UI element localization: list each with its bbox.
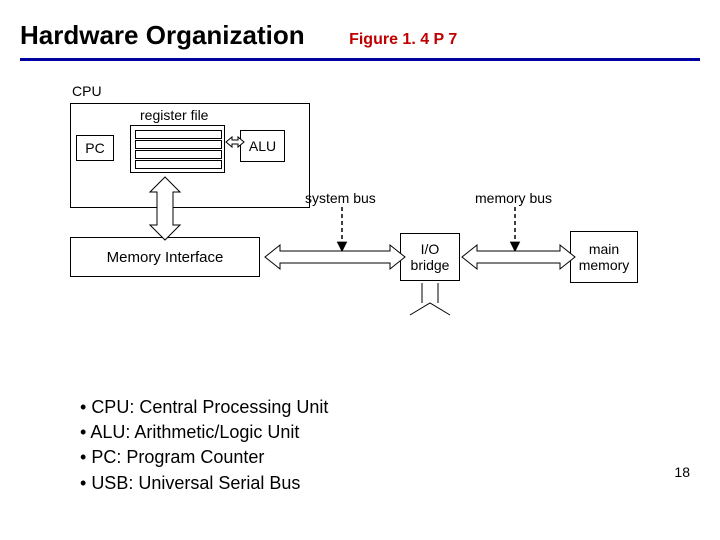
figure-reference: Figure 1. 4 P 7: [349, 31, 457, 49]
definitions-list: CPU: Central Processing Unit ALU: Arithm…: [80, 395, 328, 496]
regfile-memif-connector: [150, 177, 180, 240]
bullet-alu: ALU: Arithmetic/Logic Unit: [80, 420, 328, 445]
title-underline: [20, 58, 700, 61]
diagram-connectors: [70, 85, 670, 365]
slide: Hardware Organization Figure 1. 4 P 7 CP…: [0, 0, 720, 540]
bullet-pc: PC: Program Counter: [80, 445, 328, 470]
title-row: Hardware Organization Figure 1. 4 P 7: [20, 20, 700, 51]
bullet-cpu: CPU: Central Processing Unit: [80, 395, 328, 420]
memif-iobridge-bus: [265, 245, 405, 269]
slide-title: Hardware Organization: [20, 20, 305, 51]
iobridge-mainmem-bus: [462, 245, 575, 269]
bullet-usb: USB: Universal Serial Bus: [80, 471, 328, 496]
hardware-diagram: CPU register file PC ALU Memory Interfac…: [70, 85, 670, 365]
regfile-alu-connector: [226, 137, 244, 147]
page-number: 18: [674, 464, 690, 480]
iobridge-down-connector: [410, 283, 450, 315]
